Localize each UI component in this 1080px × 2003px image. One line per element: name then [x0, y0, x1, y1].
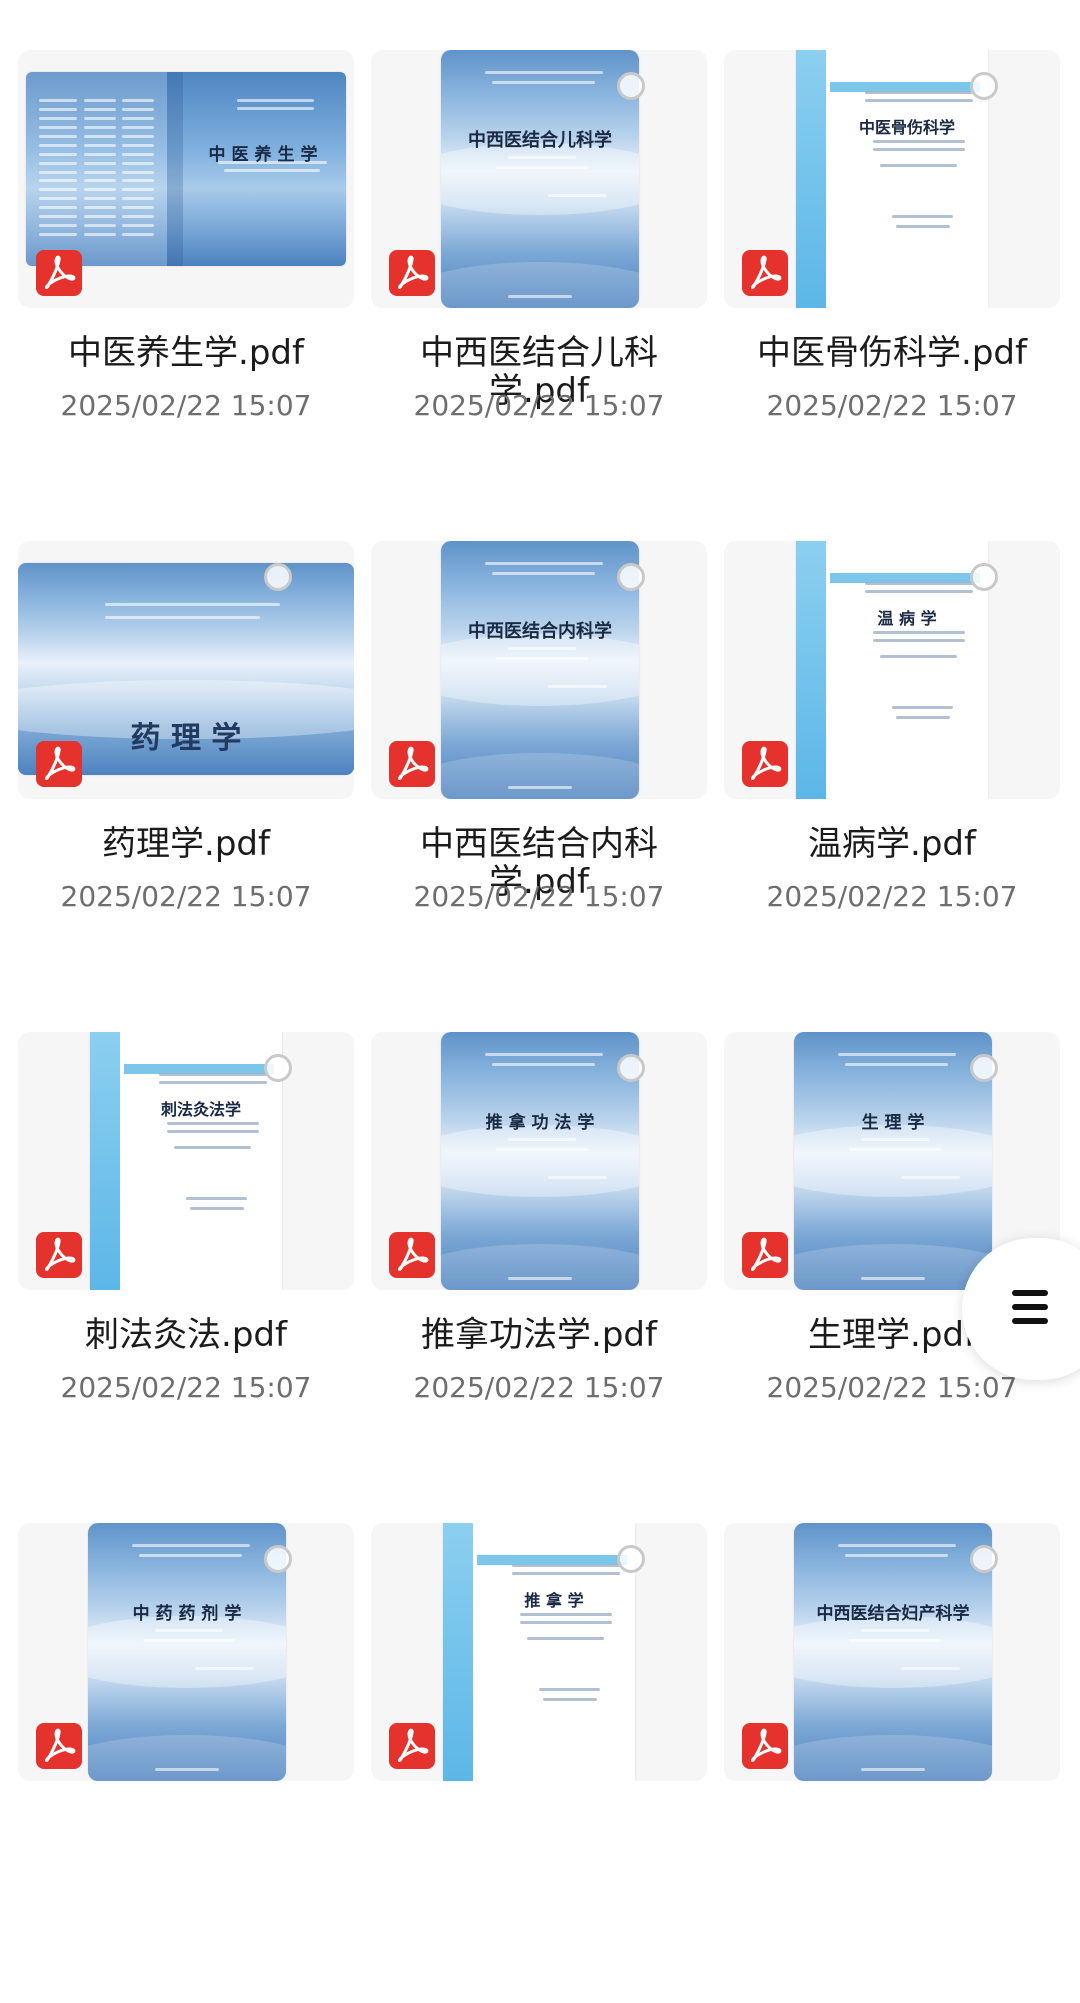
select-circle-icon[interactable] [617, 72, 645, 100]
file-card[interactable]: 中医骨伤科学中医骨伤科学.pdf 2025/02/22 15:07 [724, 50, 1060, 530]
file-card[interactable]: 中 药 药 剂 学 [18, 1523, 354, 2003]
pdf-icon [742, 1723, 788, 1769]
select-circle-icon[interactable] [970, 1545, 998, 1573]
pdf-icon [389, 1723, 435, 1769]
file-thumbnail[interactable]: 中西医结合儿科学 [371, 50, 707, 308]
select-circle-icon[interactable] [970, 72, 998, 100]
file-card[interactable]: 推 拿 学 [371, 1523, 707, 2003]
book-cover-image: 推 拿 功 法 学 [441, 1032, 639, 1290]
book-cover-image: 中 药 药 剂 学 [88, 1523, 286, 1781]
book-cover-image: 刺法灸法学 [90, 1032, 282, 1290]
file-name: 刺法灸法.pdf [85, 1315, 287, 1355]
file-thumbnail[interactable]: 中西医结合内科学 [371, 541, 707, 799]
file-thumbnail[interactable]: 推 拿 功 法 学 [371, 1032, 707, 1290]
select-circle-icon[interactable] [617, 563, 645, 591]
pdf-icon [742, 1232, 788, 1278]
file-name: 药理学.pdf [102, 824, 270, 864]
file-date: 2025/02/22 15:07 [766, 389, 1018, 422]
file-card[interactable]: 药 理 学药理学.pdf 2025/02/22 15:07 [18, 541, 354, 1021]
file-grid: 中医养生学 中医养生学.pdf 2025/02/22 15:07 中西医结合儿科学 中西… [0, 0, 1080, 1781]
file-date: 2025/02/22 15:07 [413, 1371, 665, 1404]
book-cover-image: 中医骨伤科学 [796, 50, 988, 308]
pdf-icon [36, 1232, 82, 1278]
file-thumbnail[interactable]: 推 拿 学 [371, 1523, 707, 1781]
file-date: 2025/02/22 15:07 [60, 1371, 312, 1404]
file-thumbnail[interactable]: 中医骨伤科学 [724, 50, 1060, 308]
pdf-icon [36, 250, 82, 296]
file-card[interactable]: 温 病 学温病学.pdf 2025/02/22 15:07 [724, 541, 1060, 1021]
cover-title: 中医骨伤科学 [858, 118, 955, 137]
cover-title: 中 药 药 剂 学 [132, 1604, 242, 1624]
file-name: 中医骨伤科学.pdf [757, 333, 1027, 373]
file-date: 2025/02/22 15:07 [413, 389, 665, 422]
file-thumbnail[interactable]: 中 药 药 剂 学 [18, 1523, 354, 1781]
select-circle-icon[interactable] [970, 1054, 998, 1082]
book-cover-image: 温 病 学 [796, 541, 988, 799]
pdf-icon [36, 741, 82, 787]
file-card[interactable]: 刺法灸法学刺法灸法.pdf 2025/02/22 15:07 [18, 1032, 354, 1512]
cover-title: 刺法灸法学 [160, 1100, 241, 1119]
select-circle-icon[interactable] [617, 1545, 645, 1573]
file-name: 推拿功法学.pdf [421, 1315, 657, 1355]
file-thumbnail[interactable]: 中医养生学 [18, 50, 354, 308]
pdf-icon [389, 250, 435, 296]
file-date: 2025/02/22 15:07 [766, 880, 1018, 913]
cover-title: 中西医结合儿科学 [468, 130, 612, 151]
file-card[interactable]: 中西医结合内科学 中西医结合内科学.pdf 2025/02/22 15:07 [371, 541, 707, 1021]
file-thumbnail[interactable]: 刺法灸法学 [18, 1032, 354, 1290]
pdf-icon [742, 250, 788, 296]
select-circle-icon[interactable] [970, 563, 998, 591]
select-circle-icon[interactable] [264, 563, 292, 591]
file-thumbnail[interactable]: 温 病 学 [724, 541, 1060, 799]
file-card[interactable]: 中医养生学中医养生学.pdf 2025/02/22 15:07 [18, 50, 354, 530]
file-thumbnail[interactable]: 中西医结合妇产科学 [724, 1523, 1060, 1781]
file-name: 中医养生学.pdf [68, 333, 304, 373]
pdf-icon [389, 741, 435, 787]
file-date: 2025/02/22 15:07 [60, 389, 312, 422]
cover-title: 生 理 学 [861, 1113, 925, 1133]
file-card[interactable]: 中西医结合妇产科学 [724, 1523, 1060, 2003]
file-date: 2025/02/22 15:07 [766, 1371, 1018, 1404]
cover-title: 中医养生学 [208, 145, 324, 165]
file-date: 2025/02/22 15:07 [60, 880, 312, 913]
menu-icon [1012, 1290, 1048, 1324]
file-thumbnail[interactable]: 药 理 学 [18, 541, 354, 799]
book-cover-image: 推 拿 学 [443, 1523, 635, 1781]
pdf-icon [36, 1723, 82, 1769]
select-circle-icon[interactable] [264, 1545, 292, 1573]
book-cover-image: 中医养生学 [26, 72, 346, 266]
book-cover-image: 中西医结合儿科学 [441, 50, 639, 308]
cover-title: 推 拿 功 法 学 [485, 1113, 595, 1133]
cover-title: 中西医结合妇产科学 [816, 1604, 970, 1624]
cover-title: 推 拿 学 [524, 1591, 584, 1610]
pdf-icon [389, 1232, 435, 1278]
cover-title: 中西医结合内科学 [468, 621, 612, 642]
pdf-icon [742, 741, 788, 787]
file-card[interactable]: 推 拿 功 法 学推拿功法学.pdf 2025/02/22 15:07 [371, 1032, 707, 1512]
file-date: 2025/02/22 15:07 [413, 880, 665, 913]
select-circle-icon[interactable] [617, 1054, 645, 1082]
book-cover-image: 生 理 学 [794, 1032, 992, 1290]
cover-title: 温 病 学 [877, 609, 937, 628]
file-card[interactable]: 中西医结合儿科学 中西医结合儿科学.pdf 2025/02/22 15:07 [371, 50, 707, 530]
book-cover-image: 中西医结合内科学 [441, 541, 639, 799]
select-circle-icon[interactable] [264, 1054, 292, 1082]
book-cover-image: 中西医结合妇产科学 [794, 1523, 992, 1781]
file-name: 温病学.pdf [808, 824, 976, 864]
